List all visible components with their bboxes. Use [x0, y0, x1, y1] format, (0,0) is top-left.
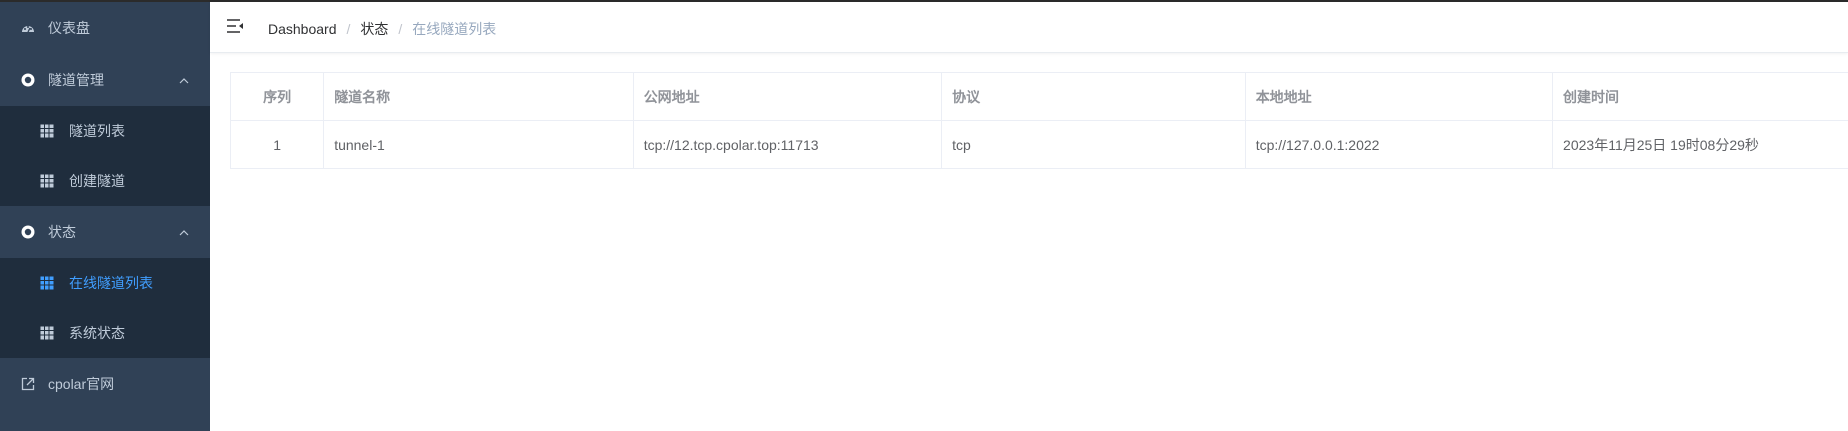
- table-header-row: 序列 隧道名称 公网地址 协议 本地地址 创建时间: [229, 72, 1848, 121]
- sidebar-item-dashboard[interactable]: 仪表盘: [0, 2, 210, 54]
- sidebar-item-cpolar-website[interactable]: cpolar官网: [0, 358, 210, 410]
- external-link-icon: [20, 376, 36, 392]
- sidebar-item-create-tunnel[interactable]: 创建隧道: [0, 156, 210, 206]
- breadcrumb-separator: /: [346, 21, 351, 37]
- sidebar-item-label: 状态: [48, 224, 76, 240]
- sidebar-item-status[interactable]: 状态: [0, 206, 210, 258]
- circle-plus-icon: [20, 72, 36, 88]
- circle-plus-icon: [20, 224, 36, 240]
- column-header-public-address: 公网地址: [632, 72, 943, 121]
- sidebar-item-system-status[interactable]: 系统状态: [0, 308, 210, 358]
- status-submenu: 在线隧道列表 系统状态: [0, 258, 210, 358]
- sidebar-item-label: 隧道管理: [48, 72, 104, 88]
- breadcrumb-current: 在线隧道列表: [412, 21, 497, 37]
- cell-public-address: tcp://12.tcp.cpolar.top:11713: [632, 120, 943, 169]
- chevron-up-icon: [178, 226, 190, 238]
- sidebar-item-label: cpolar官网: [48, 376, 115, 392]
- breadcrumb-status[interactable]: 状态: [360, 19, 388, 39]
- cell-index: 1: [229, 120, 325, 169]
- column-header-name: 隧道名称: [323, 72, 634, 121]
- sidebar-item-tunnel-list[interactable]: 隧道列表: [0, 106, 210, 156]
- table-icon: [40, 276, 54, 290]
- table-icon: [40, 326, 54, 340]
- sidebar-item-label: 隧道列表: [69, 123, 125, 139]
- column-header-local-address: 本地地址: [1244, 72, 1554, 121]
- sidebar-item-label: 系统状态: [69, 325, 125, 341]
- breadcrumb-separator: /: [398, 21, 403, 37]
- breadcrumb: Dashboard / 状态 / 在线隧道列表: [268, 19, 496, 39]
- tunnel-table-container: 序列 隧道名称 公网地址 协议 本地地址 创建时间 1 tunnel-1 tcp…: [229, 72, 1848, 169]
- sidebar-item-label: 在线隧道列表: [69, 275, 153, 291]
- chevron-up-icon: [178, 74, 190, 86]
- column-header-created-time: 创建时间: [1552, 72, 1848, 121]
- cell-protocol: tcp: [941, 120, 1246, 169]
- dashboard-icon: [20, 20, 36, 36]
- column-header-index: 序列: [229, 72, 325, 121]
- table-icon: [40, 174, 54, 188]
- navbar: Dashboard / 状态 / 在线隧道列表: [210, 2, 1848, 53]
- tunnel-management-submenu: 隧道列表 创建隧道: [0, 106, 210, 206]
- table-row: 1 tunnel-1 tcp://12.tcp.cpolar.top:11713…: [229, 120, 1848, 169]
- cell-tunnel-name: tunnel-1: [323, 120, 634, 169]
- sidebar-item-label: 仪表盘: [48, 20, 90, 36]
- cell-local-address: tcp://127.0.0.1:2022: [1244, 120, 1554, 169]
- table-icon: [40, 124, 54, 138]
- main-content: Dashboard / 状态 / 在线隧道列表 序列 隧道名称 公网地址 协议 …: [210, 2, 1848, 431]
- column-header-protocol: 协议: [941, 72, 1246, 121]
- cell-created-time: 2023年11月25日 19时08分29秒: [1552, 120, 1848, 169]
- tunnel-table: 序列 隧道名称 公网地址 协议 本地地址 创建时间 1 tunnel-1 tcp…: [229, 72, 1848, 169]
- sidebar: 仪表盘 隧道管理 隧道列表 创建隧道 状态 在线隧道列表 系统状态 cpolar…: [0, 2, 210, 431]
- sidebar-item-label: 创建隧道: [69, 173, 125, 189]
- menu-toggle-icon[interactable]: [226, 18, 244, 34]
- sidebar-item-online-tunnels[interactable]: 在线隧道列表: [0, 258, 210, 308]
- breadcrumb-dashboard[interactable]: Dashboard: [268, 21, 337, 37]
- sidebar-item-tunnel-management[interactable]: 隧道管理: [0, 54, 210, 106]
